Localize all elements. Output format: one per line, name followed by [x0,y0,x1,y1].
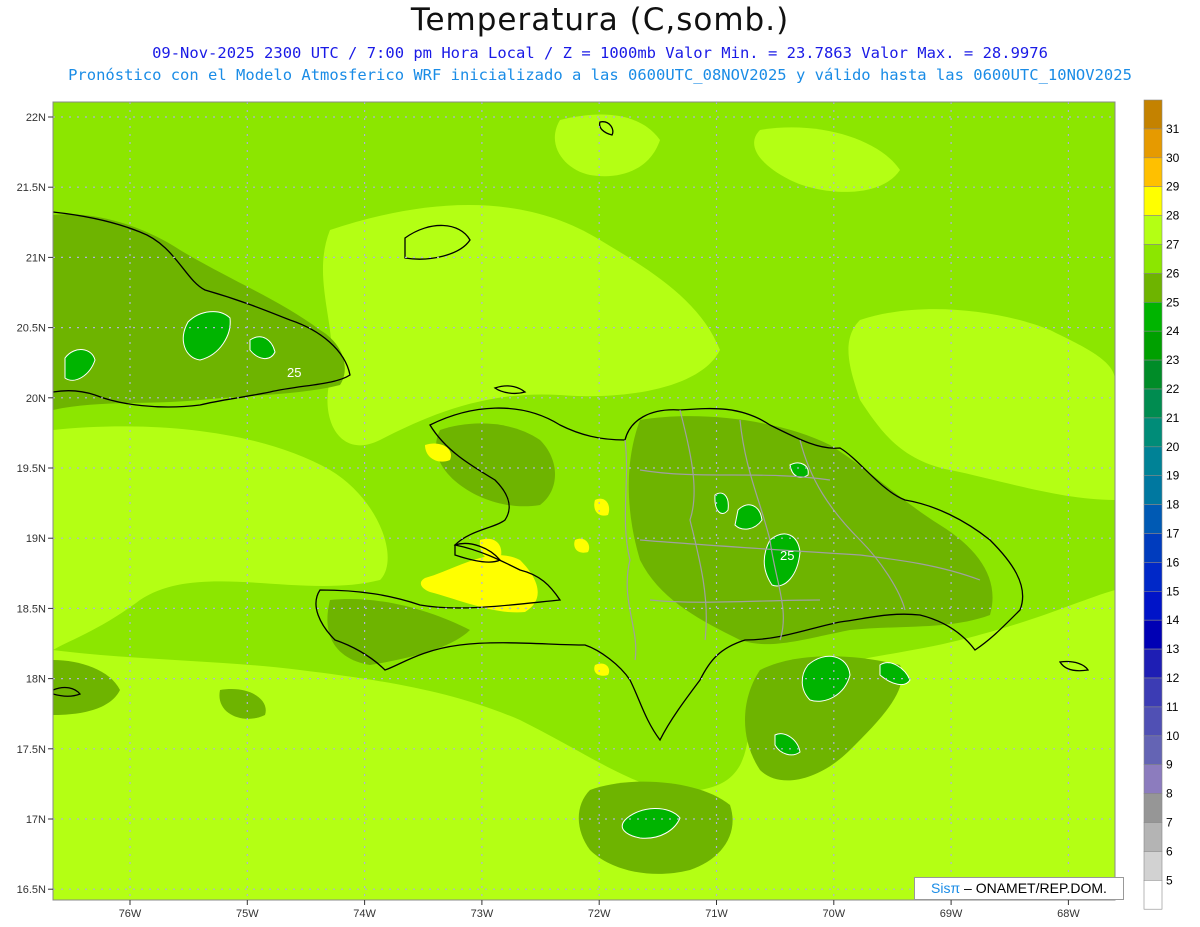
colorbar-swatch [1143,186,1163,216]
latitude-labels: 22N 21.5N 21N 20.5N 20N 19.5N 19N 18.5N 18N 17.5N… [17,112,53,896]
colorbar-level-label: 18 [1166,498,1180,512]
colorbar-level-label: 20 [1166,440,1180,454]
contour-label: 25 [780,548,794,563]
colorbar-level-label: 25 [1166,295,1180,309]
colorbar-level-label: 24 [1166,324,1180,338]
map-plot-area: 25 25 [53,102,1115,900]
lon-label: 75W [236,908,259,920]
colorbar-level-label: 6 [1166,844,1173,858]
lat-label: 17N [26,814,46,826]
lon-label: 76W [119,908,142,920]
colorbar-swatch [1143,735,1163,765]
temperature-map: 25 25 22N 21.5N 21N 20.5N 20N 19.5N 19N 18.5N 18… [17,99,1180,920]
colorbar-swatch [1143,99,1163,130]
sispi-logo: Sisπ [931,880,961,896]
colorbar: 31 30 29 28 27 26 25 24 23 22 21 20 19 18 17 16 15 14 13 12… [1143,99,1180,910]
colorbar-swatch [1143,504,1163,534]
colorbar-level-label: 17 [1166,527,1180,541]
lat-label: 16.5N [17,884,46,896]
lon-label: 71W [705,908,728,920]
contour-label: 25 [287,365,301,380]
colorbar-level-label: 31 [1166,122,1180,136]
colorbar-level-label: 16 [1166,555,1180,569]
lat-label: 22N [26,112,46,124]
colorbar-swatch [1143,793,1163,823]
colorbar-swatch [1143,128,1163,159]
colorbar-level-label: 30 [1166,151,1180,165]
colorbar-level-label: 22 [1166,382,1180,396]
colorbar-swatch [1143,706,1163,737]
lat-label: 18N [26,674,46,686]
colorbar-swatch [1143,446,1163,476]
colorbar-level-label: 7 [1166,816,1173,830]
colorbar-swatch [1143,590,1163,621]
colorbar-swatch [1143,619,1163,650]
colorbar-swatch [1143,822,1163,852]
colorbar-level-label: 21 [1166,411,1180,425]
colorbar-swatch [1143,879,1163,910]
lon-label: 72W [588,908,611,920]
colorbar-level-label: 23 [1166,353,1180,367]
colorbar-swatch [1143,215,1163,245]
colorbar-level-label: 10 [1166,729,1180,743]
credit-text: – ONAMET/REP.DOM. [964,880,1107,896]
lat-label: 20.5N [17,323,46,335]
lon-label: 68W [1057,908,1080,920]
colorbar-swatch [1143,330,1163,361]
lon-label: 73W [471,908,494,920]
lat-label: 17.5N [17,744,46,756]
colorbar-swatch [1143,475,1163,505]
colorbar-swatch [1143,417,1163,448]
colorbar-level-label: 12 [1166,671,1180,685]
credit-box: Sisπ – ONAMET/REP.DOM. [914,877,1124,900]
colorbar-level-label: 9 [1166,758,1173,772]
colorbar-level-label: 11 [1166,700,1179,714]
colorbar-swatch [1143,359,1163,390]
colorbar-swatch [1143,301,1163,332]
colorbar-level-label: 13 [1166,642,1180,656]
colorbar-level-label: 5 [1166,873,1173,887]
lon-label: 74W [353,908,376,920]
colorbar-swatch [1143,388,1163,419]
colorbar-level-label: 19 [1166,469,1180,483]
colorbar-swatch [1143,273,1163,303]
colorbar-level-label: 29 [1166,180,1180,194]
longitude-labels: 76W 75W 74W 73W 72W 71W 70W 69W 68W [119,900,1080,920]
lat-label: 19.5N [17,463,46,475]
colorbar-level-label: 14 [1166,613,1180,627]
lon-label: 69W [940,908,963,920]
lat-label: 21.5N [17,182,46,194]
colorbar-swatch [1143,533,1163,563]
colorbar-level-label: 28 [1166,209,1180,223]
colorbar-swatch [1143,677,1163,708]
lat-label: 21N [26,252,46,264]
colorbar-swatch [1143,157,1163,188]
colorbar-swatch [1143,764,1163,794]
colorbar-swatch [1143,851,1163,881]
lat-label: 20N [26,393,46,405]
colorbar-level-label: 27 [1166,238,1180,252]
colorbar-level-label: 15 [1166,584,1180,598]
lat-label: 18.5N [17,603,46,615]
colorbar-level-label: 8 [1166,787,1173,801]
colorbar-swatch [1143,244,1163,274]
colorbar-swatch [1143,562,1163,592]
colorbar-swatch [1143,648,1163,679]
lat-label: 19N [26,533,46,545]
colorbar-level-label: 26 [1166,266,1180,280]
lon-label: 70W [822,908,845,920]
